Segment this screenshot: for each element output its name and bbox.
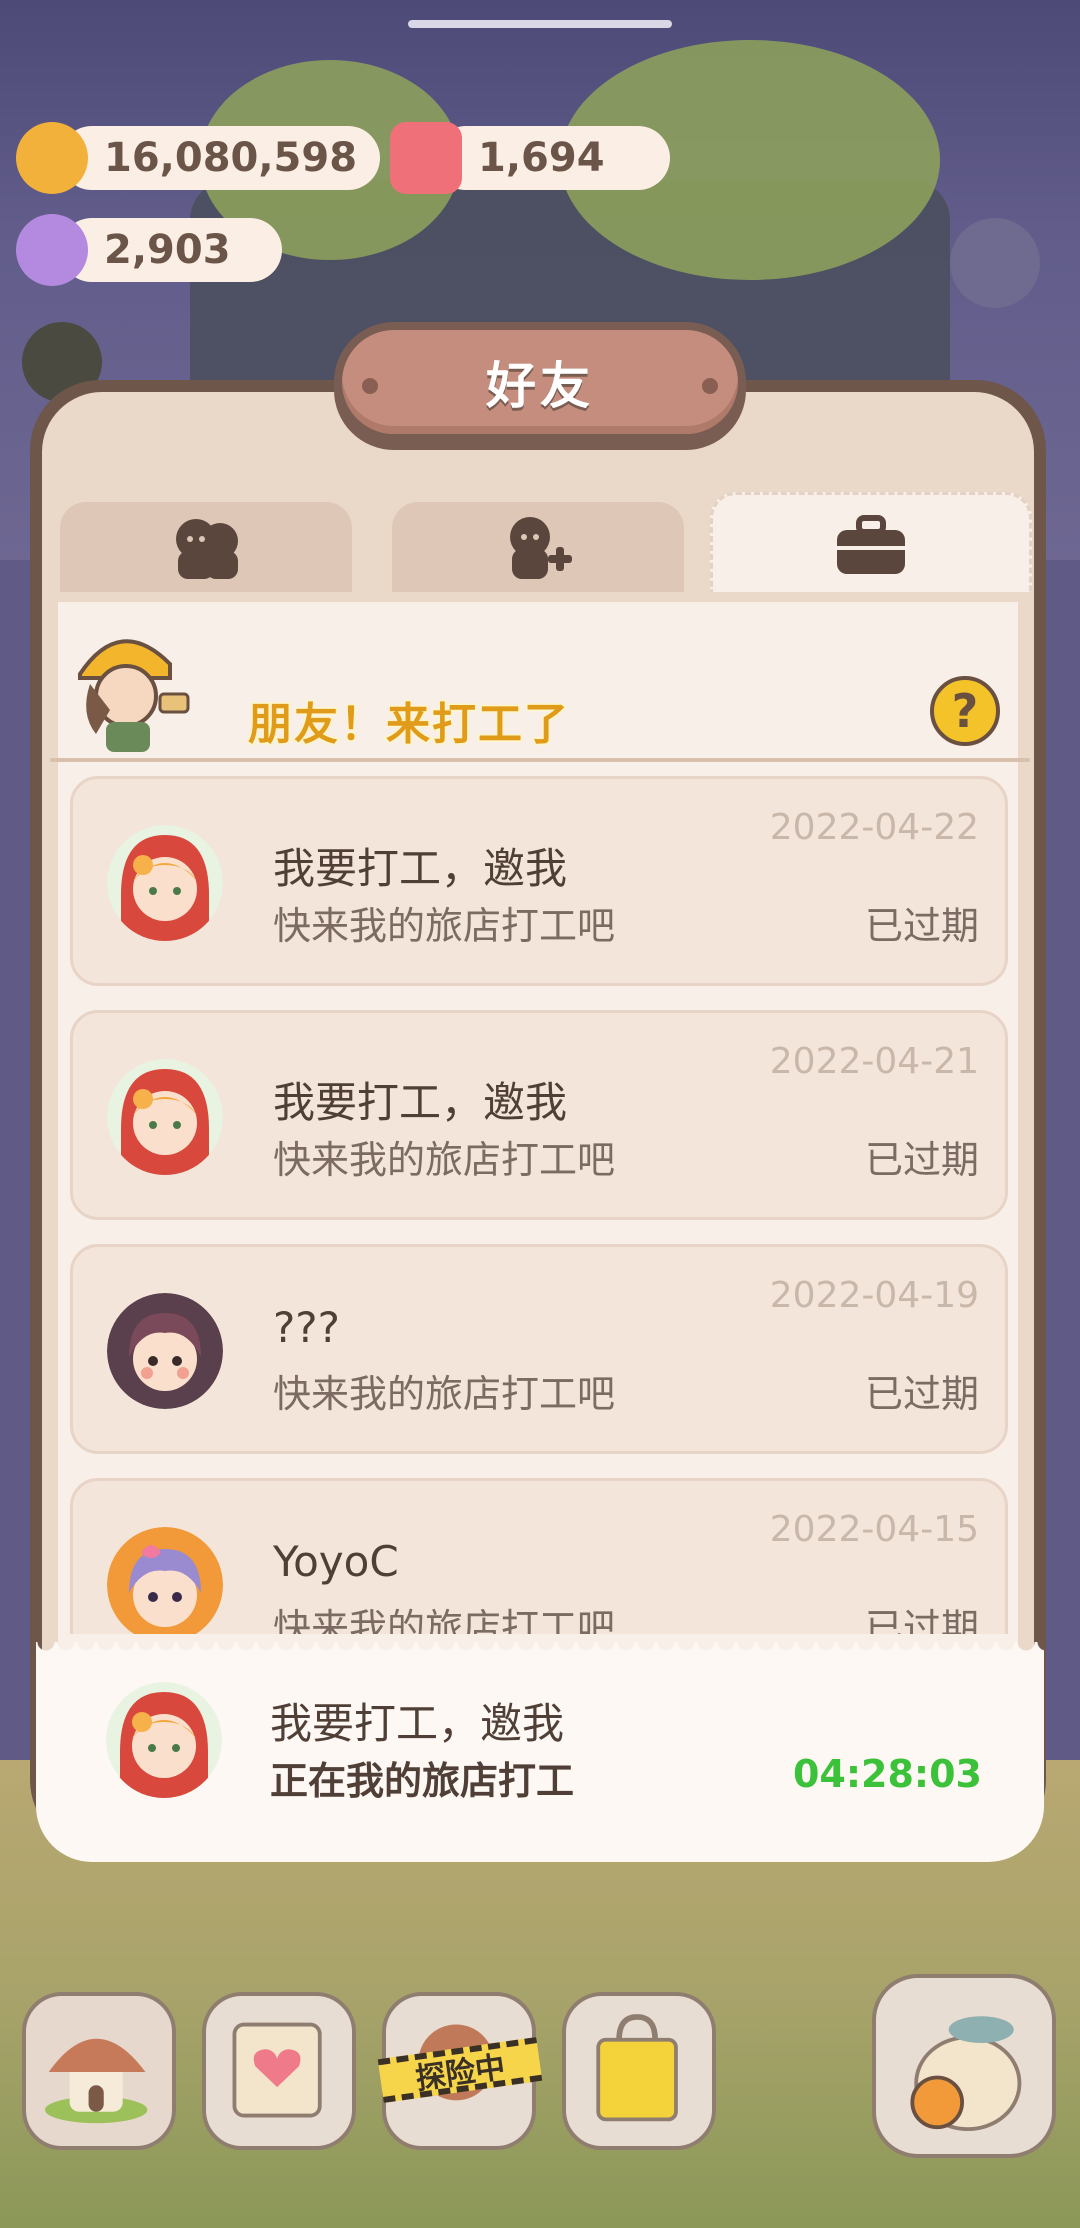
list-item[interactable]: 我要打工，邀我 快来我的旅店打工吧 2022-04-21 已过期 (70, 1010, 1008, 1220)
list-item-name: YoyoC (273, 1537, 399, 1586)
tab-add-friend[interactable] (392, 502, 684, 592)
red-hood-avatar (106, 1682, 222, 1798)
list-item-status: 已过期 (864, 1606, 979, 1634)
currency-value: 2,903 (104, 227, 231, 273)
question-icon: ? (951, 684, 979, 738)
list-item-name: ??? (273, 1303, 340, 1352)
list-item-name: 我要打工，邀我 (273, 1078, 568, 1127)
list-item-name: 我要打工，邀我 (273, 844, 568, 893)
nav-diary-button[interactable] (202, 1992, 356, 2150)
add-friend-icon (510, 517, 572, 579)
work-invite-list[interactable]: 我要打工，邀我 快来我的旅店打工吧 2022-04-22 已过期 我要打工，邀我… (70, 776, 1010, 1634)
cookie-icon (16, 122, 88, 194)
title-plaque: 好友 (334, 322, 746, 450)
list-item-message: 快来我的旅店打工吧 (273, 904, 616, 948)
purple-hair-avatar (107, 1527, 223, 1634)
page-title: 好友 (486, 357, 594, 415)
worker-character-icon (78, 639, 190, 752)
red-hood-avatar (107, 1059, 223, 1175)
help-button[interactable]: ? (930, 676, 1000, 746)
red-hood-avatar (107, 825, 223, 941)
currency-value: 16,080,598 (104, 135, 358, 181)
nav-shop-button[interactable] (562, 1992, 716, 2150)
list-item-status: 已过期 (864, 1372, 979, 1416)
mushroom-house-icon (44, 2038, 148, 2124)
list-item-status: 已过期 (864, 1138, 979, 1182)
work-timer: 04:28:03 (792, 1752, 982, 1796)
brown-hair-avatar (107, 1293, 223, 1409)
candle-icon (390, 122, 462, 194)
plaque-rivet (702, 378, 718, 394)
tab-work[interactable] (710, 492, 1032, 592)
home-indicator (408, 20, 672, 28)
banner-title: 朋友！来打工了 (247, 698, 570, 752)
list-item-date: 2022-04-21 (769, 1041, 979, 1082)
current-work-message: 正在我的旅店打工 (270, 1759, 575, 1803)
list-item[interactable]: ??? 快来我的旅店打工吧 2022-04-19 已过期 (70, 1244, 1008, 1454)
briefcase-icon (837, 514, 905, 574)
friends-icon (176, 519, 238, 579)
currency-value: 1,694 (478, 135, 605, 181)
currency-candle[interactable]: 1,694 (390, 122, 670, 194)
divider (50, 758, 1030, 762)
shopping-bag-icon (596, 2014, 678, 2122)
work-banner: 朋友！来打工了 (60, 614, 580, 754)
character-clock-icon (910, 2016, 1022, 2132)
list-item[interactable]: YoyoC 快来我的旅店打工吧 2022-04-15 已过期 (70, 1478, 1008, 1634)
list-item-message: 快来我的旅店打工吧 (273, 1606, 616, 1634)
plaque-rivet (362, 378, 378, 394)
nav-character-button[interactable] (872, 1974, 1056, 2158)
settings-gear-icon[interactable] (950, 218, 1040, 308)
currency-cookie[interactable]: 16,080,598 (16, 122, 380, 194)
heart-notebook-icon (232, 2022, 322, 2118)
list-item-status: 已过期 (864, 904, 979, 948)
current-work-name: 我要打工，邀我 (270, 1699, 565, 1748)
currency-crystal[interactable]: 2,903 (16, 214, 282, 286)
nav-house-button[interactable] (22, 1992, 176, 2150)
list-item-date: 2022-04-19 (769, 1275, 979, 1316)
tab-friends[interactable] (60, 502, 352, 592)
list-item-date: 2022-04-22 (769, 807, 979, 848)
list-item-message: 快来我的旅店打工吧 (273, 1138, 616, 1182)
crystal-icon (16, 214, 88, 286)
current-work-footer: 我要打工，邀我 正在我的旅店打工 04:28:03 (36, 1642, 1044, 1862)
list-item-message: 快来我的旅店打工吧 (273, 1372, 616, 1416)
list-item-date: 2022-04-15 (769, 1509, 979, 1550)
list-item[interactable]: 我要打工，邀我 快来我的旅店打工吧 2022-04-22 已过期 (70, 776, 1008, 986)
